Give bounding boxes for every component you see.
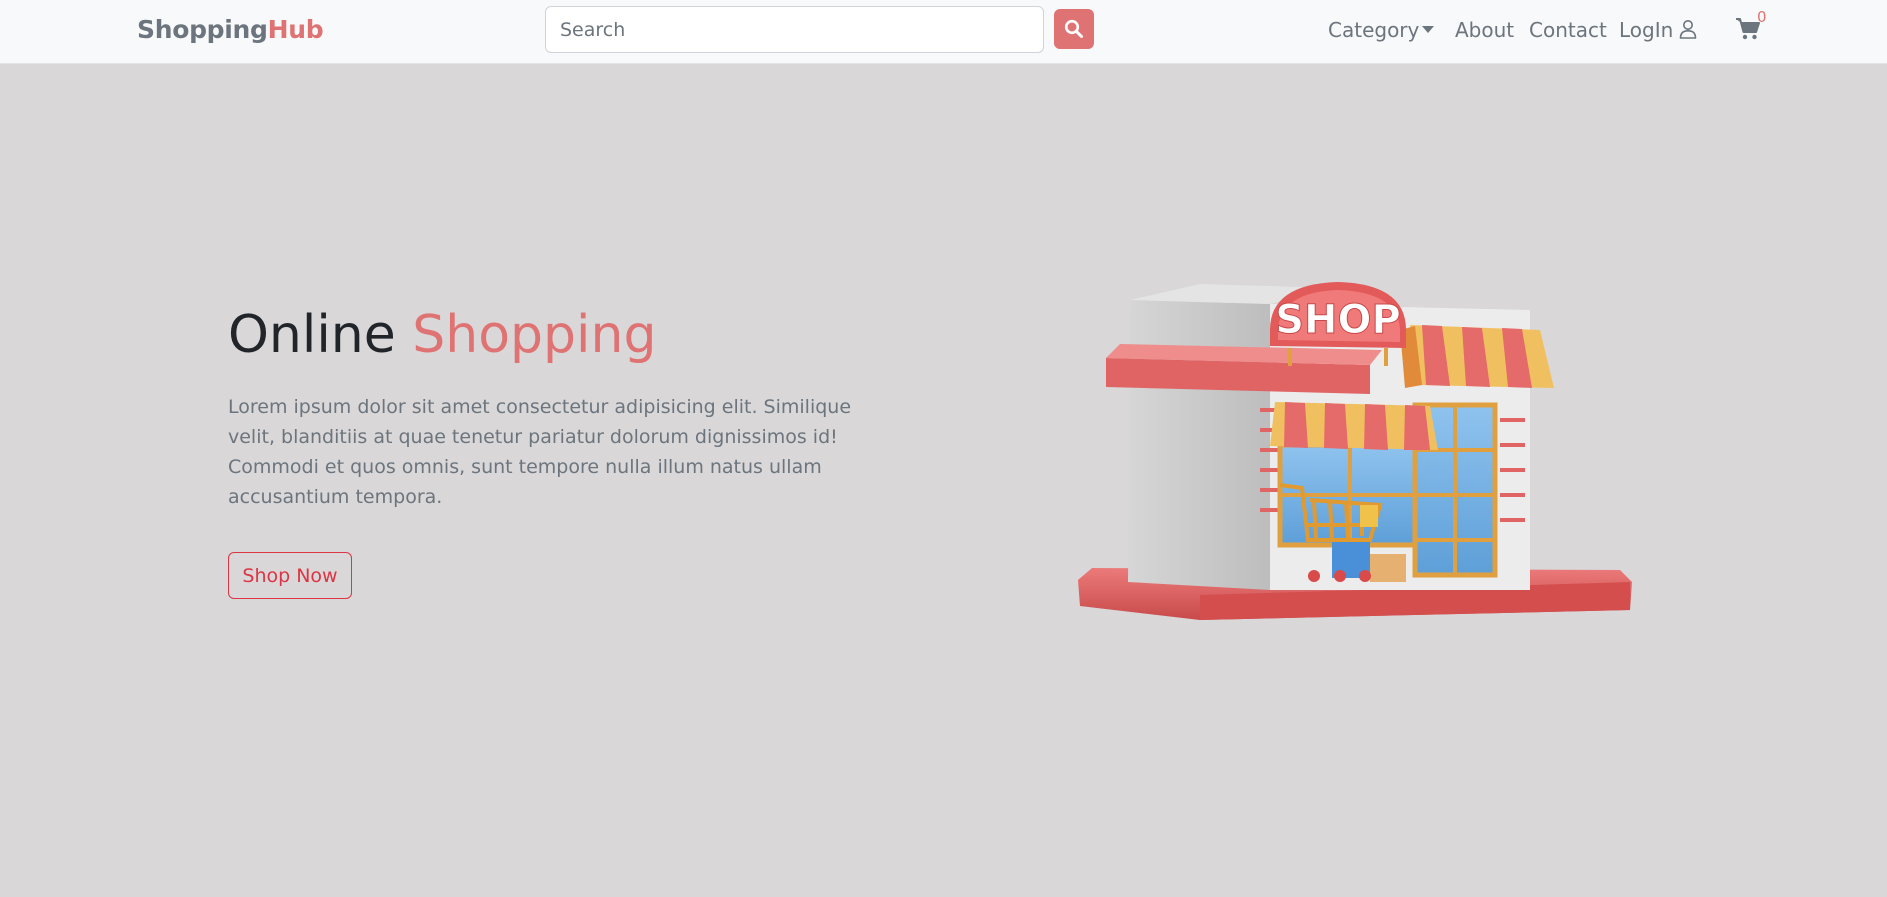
hero-title: Online Shopping	[228, 302, 656, 368]
cart-link[interactable]	[1733, 15, 1773, 49]
hero-description: Lorem ipsum dolor sit amet consectetur a…	[228, 396, 852, 508]
search-icon	[1064, 19, 1083, 38]
brand-name-second: Hub	[267, 15, 324, 44]
brand-logo[interactable]: ShoppingHub	[137, 14, 324, 46]
nav-about-link[interactable]: About	[1455, 16, 1514, 44]
shop-building-illustration: SHOP	[1078, 282, 1632, 620]
nav-login-label: LogIn	[1619, 18, 1674, 42]
navbar: ShoppingHub Category About Contact LogIn…	[0, 0, 1887, 64]
brand-name-first: Shopping	[137, 15, 268, 44]
shop-sign-text: SHOP	[1275, 297, 1401, 343]
chevron-down-icon	[1422, 26, 1435, 33]
hero-title-accent: Shopping	[412, 305, 657, 365]
cart-count-badge: 0	[1757, 8, 1767, 26]
nav-login-link[interactable]: LogIn	[1619, 16, 1697, 44]
search-button[interactable]	[1054, 9, 1094, 49]
nav-category-label: Category	[1328, 18, 1420, 42]
shop-now-button[interactable]: Shop Now	[228, 552, 352, 599]
nav-contact-link[interactable]: Contact	[1529, 16, 1607, 44]
hero-title-first: Online	[228, 305, 413, 365]
search-input[interactable]	[545, 6, 1044, 53]
user-icon	[1679, 20, 1697, 39]
nav-category-dropdown[interactable]: Category	[1328, 16, 1435, 44]
